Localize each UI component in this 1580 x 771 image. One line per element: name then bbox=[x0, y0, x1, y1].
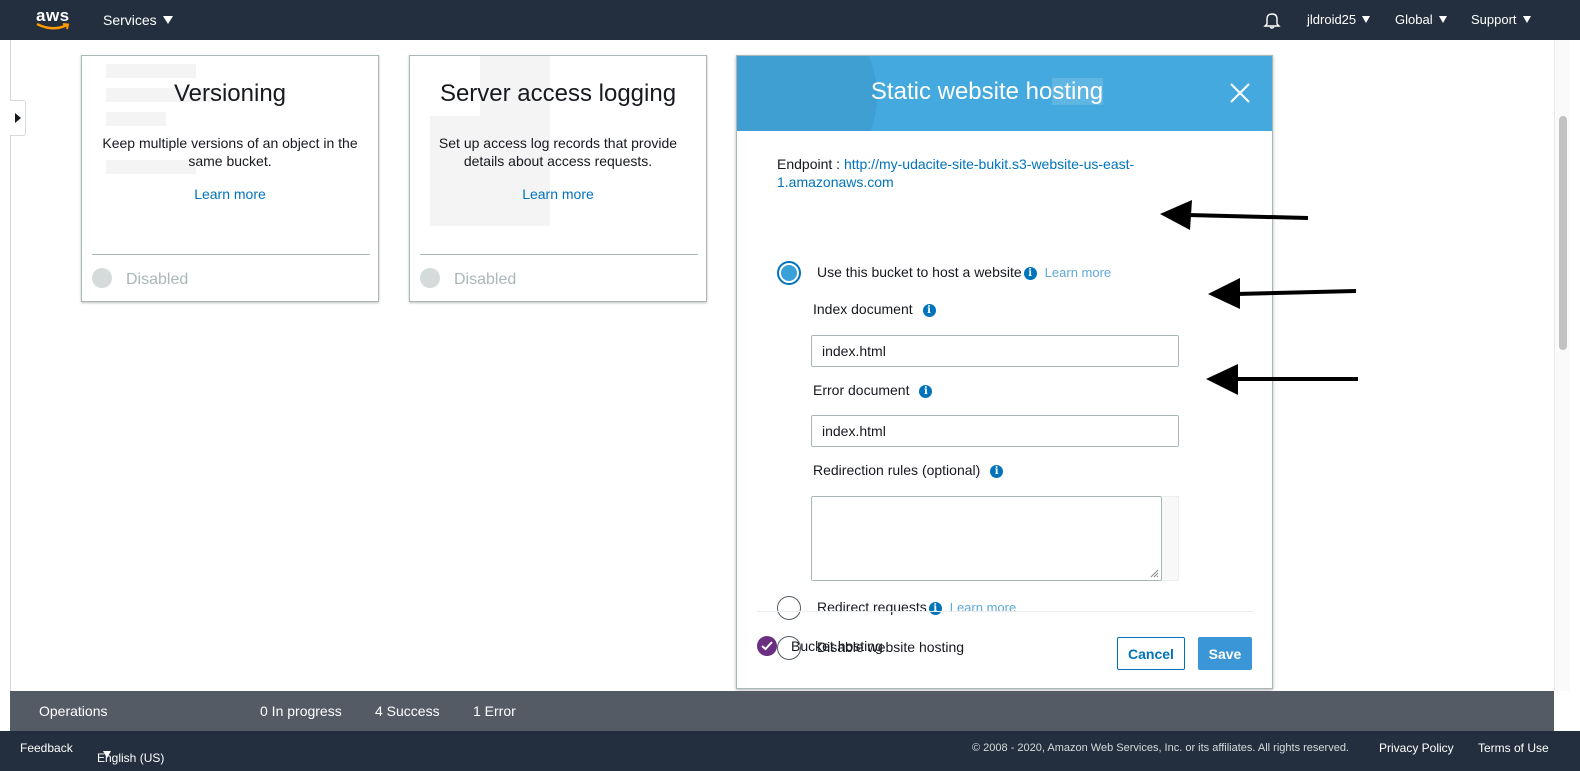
endpoint-label: Endpoint : bbox=[777, 156, 844, 172]
support-label: Support bbox=[1471, 12, 1517, 27]
bucket-hosting-text: Bucket hosting bbox=[791, 638, 883, 654]
watermark bbox=[430, 116, 550, 226]
redirection-rules-label: Redirection rules (optional) i bbox=[813, 462, 1004, 478]
region-menu[interactable]: Global bbox=[1395, 12, 1447, 27]
info-icon[interactable]: i bbox=[919, 385, 933, 398]
index-document-label: Index document i bbox=[813, 301, 936, 317]
redirect-requests-radio[interactable] bbox=[777, 596, 801, 620]
modal-title-highlight: sting bbox=[1052, 78, 1104, 105]
static-website-hosting-card: Static website hosting Endpoint : http:/… bbox=[736, 55, 1273, 689]
privacy-policy-link[interactable]: Privacy Policy bbox=[1379, 741, 1454, 755]
terms-of-use-link[interactable]: Terms of Use bbox=[1478, 741, 1549, 755]
account-label: jldroid25 bbox=[1307, 12, 1357, 27]
operations-label[interactable]: Operations bbox=[39, 703, 107, 719]
account-menu[interactable]: jldroid25 bbox=[1307, 12, 1371, 27]
card-description: Keep multiple versions of an object in t… bbox=[102, 135, 358, 169]
status-text: Disabled bbox=[454, 271, 517, 288]
radio-label: Use this bucket to host a website i Learn … bbox=[817, 264, 1111, 280]
chevron-down-icon bbox=[162, 16, 173, 24]
server-access-logging-card[interactable]: Server access logging Set up access log … bbox=[409, 55, 707, 302]
footer: Feedback English (US) © 2008 - 2020, Ama… bbox=[0, 731, 1580, 771]
redirection-rules-textarea[interactable] bbox=[811, 496, 1162, 581]
annotation-arrow-icon bbox=[1160, 200, 1309, 230]
learn-more-link[interactable]: Learn more bbox=[410, 186, 706, 202]
status-dot-icon bbox=[420, 268, 440, 288]
feedback-link[interactable]: Feedback bbox=[20, 741, 73, 755]
card-title: Server access logging bbox=[439, 80, 677, 107]
card-divider bbox=[420, 254, 698, 255]
card-divider bbox=[92, 254, 370, 255]
close-icon[interactable] bbox=[1229, 82, 1251, 104]
watermark bbox=[106, 64, 196, 78]
annotation-arrow-icon bbox=[1208, 278, 1357, 309]
error-document-input[interactable] bbox=[811, 415, 1179, 447]
card-description: Set up access log records that provide d… bbox=[438, 135, 678, 169]
learn-more-link[interactable]: Learn more bbox=[1045, 265, 1111, 280]
modal-header: Static website hosting bbox=[737, 56, 1272, 131]
content-border bbox=[10, 40, 11, 691]
card-title: Versioning bbox=[173, 80, 287, 107]
page-scrollbar[interactable] bbox=[1554, 40, 1570, 691]
region-label: Global bbox=[1395, 12, 1433, 27]
modal-title-text: Static website ho bbox=[870, 78, 1053, 105]
chevron-down-icon bbox=[103, 751, 111, 758]
success-count[interactable]: 4 Success bbox=[375, 703, 440, 719]
status-indicator: Disabled bbox=[92, 268, 188, 289]
watermark bbox=[106, 112, 166, 126]
save-button[interactable]: Save bbox=[1198, 637, 1252, 670]
footer-divider bbox=[757, 611, 1253, 612]
modal-title: Static website hosting bbox=[737, 78, 1237, 106]
versioning-card[interactable]: Versioning Keep multiple versions of an … bbox=[81, 55, 379, 302]
info-icon[interactable]: i bbox=[928, 602, 942, 615]
error-count[interactable]: 1 Error bbox=[473, 703, 516, 719]
check-circle-icon bbox=[757, 636, 777, 656]
radio-label: Redirect requests i Learn more bbox=[817, 599, 1016, 615]
error-document-text: Error document bbox=[813, 382, 910, 398]
aws-logo[interactable]: aws bbox=[36, 6, 72, 32]
aws-smile-icon bbox=[36, 23, 70, 30]
info-icon[interactable]: i bbox=[922, 304, 936, 317]
redirection-rules-text: Redirection rules (optional) bbox=[813, 462, 981, 478]
in-progress-count[interactable]: 0 In progress bbox=[260, 703, 342, 719]
top-nav: aws Services jldroid25 Global Support bbox=[0, 0, 1580, 40]
bell-icon[interactable] bbox=[1263, 11, 1281, 29]
chevron-down-icon bbox=[1522, 16, 1531, 23]
index-document-text: Index document bbox=[813, 301, 913, 317]
host-website-radio[interactable] bbox=[777, 261, 801, 285]
learn-more-link[interactable]: Learn more bbox=[82, 186, 378, 202]
error-document-label: Error document i bbox=[813, 382, 933, 398]
redirect-requests-label: Redirect requests bbox=[817, 599, 927, 615]
host-website-label: Use this bucket to host a website bbox=[817, 264, 1022, 280]
info-icon[interactable]: i bbox=[1023, 267, 1037, 280]
services-label: Services bbox=[103, 12, 157, 28]
scrollbar-thumb[interactable] bbox=[1559, 116, 1567, 350]
textarea-scrollbar[interactable] bbox=[1162, 496, 1179, 581]
chevron-down-icon bbox=[1362, 16, 1371, 23]
index-document-input[interactable] bbox=[811, 335, 1179, 367]
resize-grip-icon[interactable] bbox=[1149, 568, 1159, 578]
endpoint: Endpoint : http://my-udacite-site-bukit.… bbox=[777, 155, 1137, 191]
support-menu[interactable]: Support bbox=[1471, 12, 1531, 27]
status-dot-icon bbox=[92, 268, 112, 288]
cancel-button[interactable]: Cancel bbox=[1117, 637, 1185, 670]
status-text: Disabled bbox=[126, 271, 189, 288]
status-indicator: Disabled bbox=[420, 268, 516, 289]
learn-more-link[interactable]: Learn more bbox=[950, 600, 1016, 615]
info-icon[interactable]: i bbox=[990, 465, 1004, 478]
annotation-arrow-icon bbox=[1206, 364, 1358, 395]
copyright: © 2008 - 2020, Amazon Web Services, Inc.… bbox=[972, 742, 1349, 754]
sidebar-toggle[interactable] bbox=[10, 100, 26, 136]
bucket-hosting-status: Bucket hosting bbox=[757, 636, 883, 656]
operations-bar: Operations 0 In progress 4 Success 1 Err… bbox=[10, 691, 1554, 731]
services-menu[interactable]: Services bbox=[103, 12, 173, 28]
chevron-down-icon bbox=[1438, 16, 1447, 23]
